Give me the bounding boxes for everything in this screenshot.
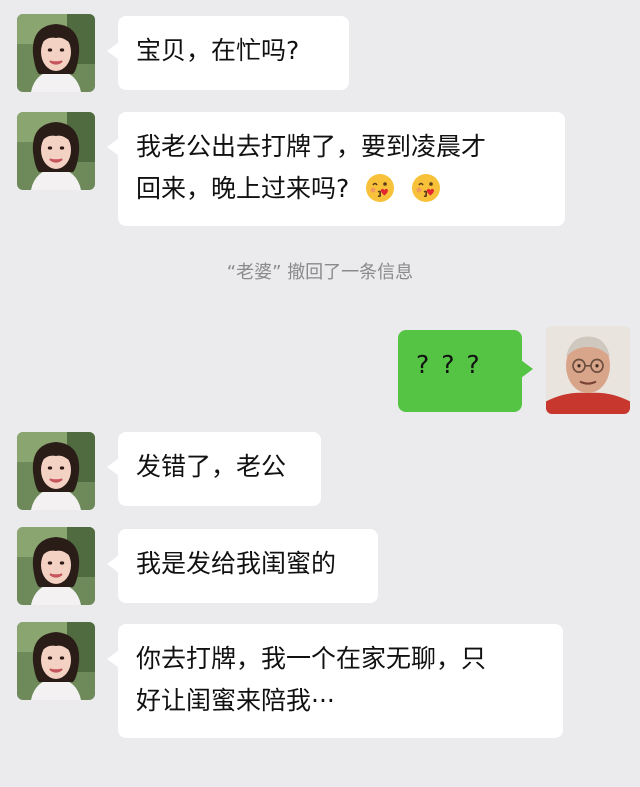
woman-avatar-photo [17,527,95,605]
kissing-face-with-heart-icon [411,173,441,203]
contact-avatar[interactable] [17,112,95,190]
woman-avatar-photo [17,14,95,92]
old-man-avatar-photo [546,326,630,414]
contact-avatar[interactable] [17,527,95,605]
recall-sender-name: “老婆” [226,262,282,283]
message-text: 宝贝，在忙吗? [136,36,300,65]
woman-avatar-photo [17,432,95,510]
incoming-message-bubble[interactable]: 我是发给我闺蜜的 [107,529,378,603]
incoming-message-bubble[interactable]: 发错了，老公 [107,432,321,506]
incoming-message-bubble[interactable]: 你去打牌，我一个在家无聊，只 好让闺蜜来陪我··· [107,624,563,738]
message-text: ? ? ? [416,350,482,379]
contact-avatar[interactable] [17,622,95,700]
contact-avatar[interactable] [17,432,95,510]
incoming-message-bubble[interactable]: 我老公出去打牌了，要到凌晨才 回来，晚上过来吗? [107,112,565,226]
outgoing-message-bubble[interactable]: ? ? ? [398,330,533,412]
woman-avatar-photo [17,622,95,700]
message-text-line: 回来，晚上过来吗? [136,174,350,203]
message-text-line: 好让闺蜜来陪我··· [136,686,335,715]
recall-text: 撤回了一条信息 [287,262,414,283]
kissing-face-with-heart-icon [365,173,395,203]
message-text-line: 我老公出去打牌了，要到凌晨才 [136,132,487,161]
message-text: 我是发给我闺蜜的 [136,549,337,578]
recall-notice: “老婆” 撤回了一条信息 [0,258,640,284]
message-text: 发错了，老公 [136,452,287,481]
my-avatar[interactable] [546,326,630,414]
incoming-message-bubble[interactable]: 宝贝，在忙吗? [107,16,349,90]
woman-avatar-photo [17,112,95,190]
message-text-line: 你去打牌，我一个在家无聊，只 [136,644,487,673]
contact-avatar[interactable] [17,14,95,92]
